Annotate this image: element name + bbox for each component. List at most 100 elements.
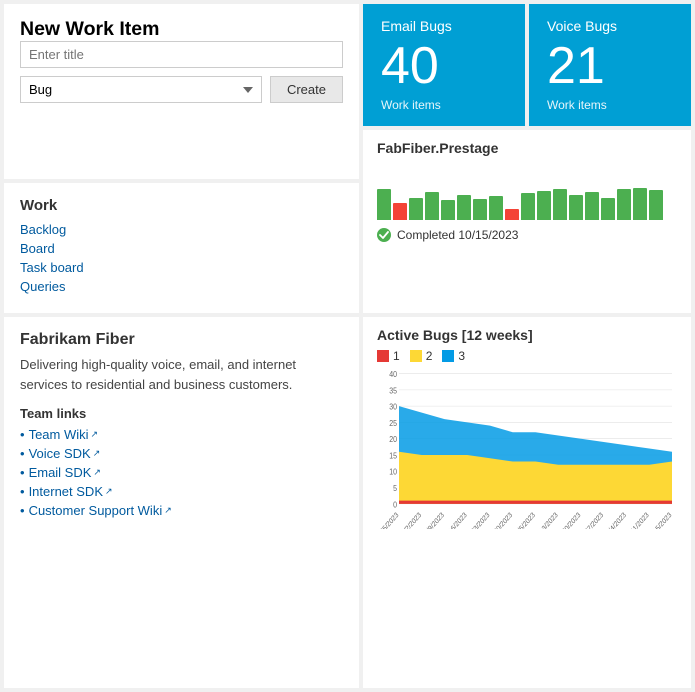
legend-item: 3 (442, 349, 465, 363)
sprint-bar (617, 189, 631, 220)
legend-color (410, 350, 422, 362)
completed-check-icon (377, 228, 391, 242)
sprint-bar (521, 193, 535, 220)
active-bugs-panel: Active Bugs [12 weeks] 1 2 3 0 5 10 15 20 25 3… (363, 317, 691, 688)
team-link[interactable]: Voice SDK (29, 446, 91, 461)
sprint-bar (393, 203, 407, 220)
work-link-queries[interactable]: Queries (20, 279, 343, 294)
voice-bugs-tile: Voice Bugs 21 Work items (529, 4, 691, 126)
svg-text:10/11/2023: 10/11/2023 (623, 511, 650, 529)
legend-color (442, 350, 454, 362)
legend-label: 2 (426, 349, 433, 363)
external-link-icon: ↗ (164, 505, 172, 516)
legend-item: 1 (377, 349, 400, 363)
work-links-panel: Work BacklogBoardTask boardQueries (4, 183, 359, 313)
svg-text:5: 5 (393, 484, 397, 494)
svg-text:10/15/2023: 10/15/2023 (646, 511, 674, 529)
bug-tiles-row: Email Bugs 40 Work items Voice Bugs 21 W… (363, 4, 691, 126)
team-link[interactable]: Customer Support Wiki (29, 503, 163, 518)
svg-text:10/4/2023: 10/4/2023 (603, 511, 628, 529)
svg-text:25: 25 (389, 418, 397, 428)
sprint-bar (569, 195, 583, 220)
work-links-list: Backlog Board Task board Queries (20, 222, 343, 294)
svg-text:30: 30 (389, 402, 397, 412)
svg-text:0: 0 (393, 500, 397, 510)
svg-text:8/23/2023: 8/23/2023 (466, 511, 491, 529)
active-bugs-chart-container: 0 5 10 15 20 25 30 35 40 7/25/20238/2/20238/9/202… (377, 369, 677, 534)
external-link-icon: ↗ (91, 429, 99, 440)
svg-text:40: 40 (389, 370, 397, 380)
sprint-bar (649, 190, 663, 220)
voice-bugs-count: 21 (547, 40, 673, 92)
svg-text:20: 20 (389, 435, 397, 445)
sprint-bar (505, 209, 519, 220)
sprint-bar (553, 189, 567, 220)
external-link-icon: ↗ (93, 467, 101, 478)
sprint-bar (601, 198, 615, 220)
voice-bugs-label: Work items (547, 98, 673, 112)
sprint-bar (457, 195, 471, 220)
sprint-bar (585, 192, 599, 220)
svg-text:7/25/2023: 7/25/2023 (377, 511, 400, 529)
svg-text:10: 10 (389, 467, 397, 477)
active-bugs-title: Active Bugs [12 weeks] (377, 327, 677, 343)
fabrikam-title: Fabrikam Fiber (20, 331, 343, 349)
sprint-bar (489, 196, 503, 220)
sprint-bar (441, 200, 455, 220)
fabfiber-prestage-panel: FabFiber.Prestage Completed 10/15/2023 (363, 130, 691, 313)
svg-text:9/27/2023: 9/27/2023 (580, 511, 605, 529)
team-link[interactable]: Internet SDK (29, 484, 103, 499)
svg-text:35: 35 (389, 386, 397, 396)
sprint-bar (537, 191, 551, 220)
fabfiber-title: FabFiber.Prestage (377, 140, 677, 156)
fabrikam-description: Delivering high-quality voice, email, an… (20, 355, 343, 394)
fabrikam-info-panel: Fabrikam Fiber Delivering high-quality v… (4, 317, 359, 688)
team-links-list: • Team Wiki ↗ • Voice SDK ↗ • Email SDK ↗ •… (20, 427, 343, 518)
work-link-backlog[interactable]: Backlog (20, 222, 343, 237)
work-link-task-board[interactable]: Task board (20, 260, 343, 275)
team-link-item: • Customer Support Wiki ↗ (20, 503, 343, 518)
new-work-item-input[interactable] (20, 41, 343, 68)
new-work-item-panel: New Work Item Bug Task User Story Featur… (4, 4, 359, 179)
team-link-item: • Team Wiki ↗ (20, 427, 343, 442)
sprint-bar (633, 188, 647, 220)
email-bugs-tile: Email Bugs 40 Work items (363, 4, 525, 126)
create-button[interactable]: Create (270, 76, 343, 103)
sprint-bar (409, 198, 423, 220)
legend-color (377, 350, 389, 362)
external-link-icon: ↗ (93, 448, 101, 459)
sprint-bar (473, 199, 487, 220)
email-bugs-count: 40 (381, 40, 507, 92)
svg-text:8/16/2023: 8/16/2023 (444, 511, 469, 529)
team-link-item: • Email SDK ↗ (20, 465, 343, 480)
work-link-board[interactable]: Board (20, 241, 343, 256)
email-bugs-title: Email Bugs (381, 18, 507, 34)
team-link-item: • Internet SDK ↗ (20, 484, 343, 499)
svg-text:8/30/2023: 8/30/2023 (489, 511, 514, 529)
external-link-icon: ↗ (105, 486, 113, 497)
svg-text:8/2/2023: 8/2/2023 (401, 511, 424, 529)
sprint-bar (377, 189, 391, 220)
sprint-bar (425, 192, 439, 220)
email-bugs-label: Work items (381, 98, 507, 112)
team-link-item: • Voice SDK ↗ (20, 446, 343, 461)
team-link[interactable]: Team Wiki (29, 427, 89, 442)
right-column: Email Bugs 40 Work items Voice Bugs 21 W… (363, 4, 691, 313)
voice-bugs-title: Voice Bugs (547, 18, 673, 34)
svg-text:8/9/2023: 8/9/2023 (423, 511, 446, 529)
legend-item: 2 (410, 349, 433, 363)
svg-text:9/13/2023: 9/13/2023 (535, 511, 560, 529)
sprint-bar-chart (377, 164, 677, 222)
completed-text: Completed 10/15/2023 (397, 228, 518, 242)
svg-text:9/6/2023: 9/6/2023 (514, 511, 537, 529)
active-bugs-svg: 0 5 10 15 20 25 30 35 40 7/25/20238/2/20238/9/202… (377, 369, 677, 529)
svg-text:15: 15 (389, 451, 397, 461)
active-bugs-legend: 1 2 3 (377, 349, 677, 363)
legend-label: 1 (393, 349, 400, 363)
new-work-item-title: New Work Item (20, 18, 343, 41)
completed-row: Completed 10/15/2023 (377, 228, 677, 242)
work-item-type-select[interactable]: Bug Task User Story Feature Epic (20, 76, 262, 103)
team-link[interactable]: Email SDK (29, 465, 92, 480)
team-links-heading: Team links (20, 406, 343, 421)
legend-label: 3 (458, 349, 465, 363)
